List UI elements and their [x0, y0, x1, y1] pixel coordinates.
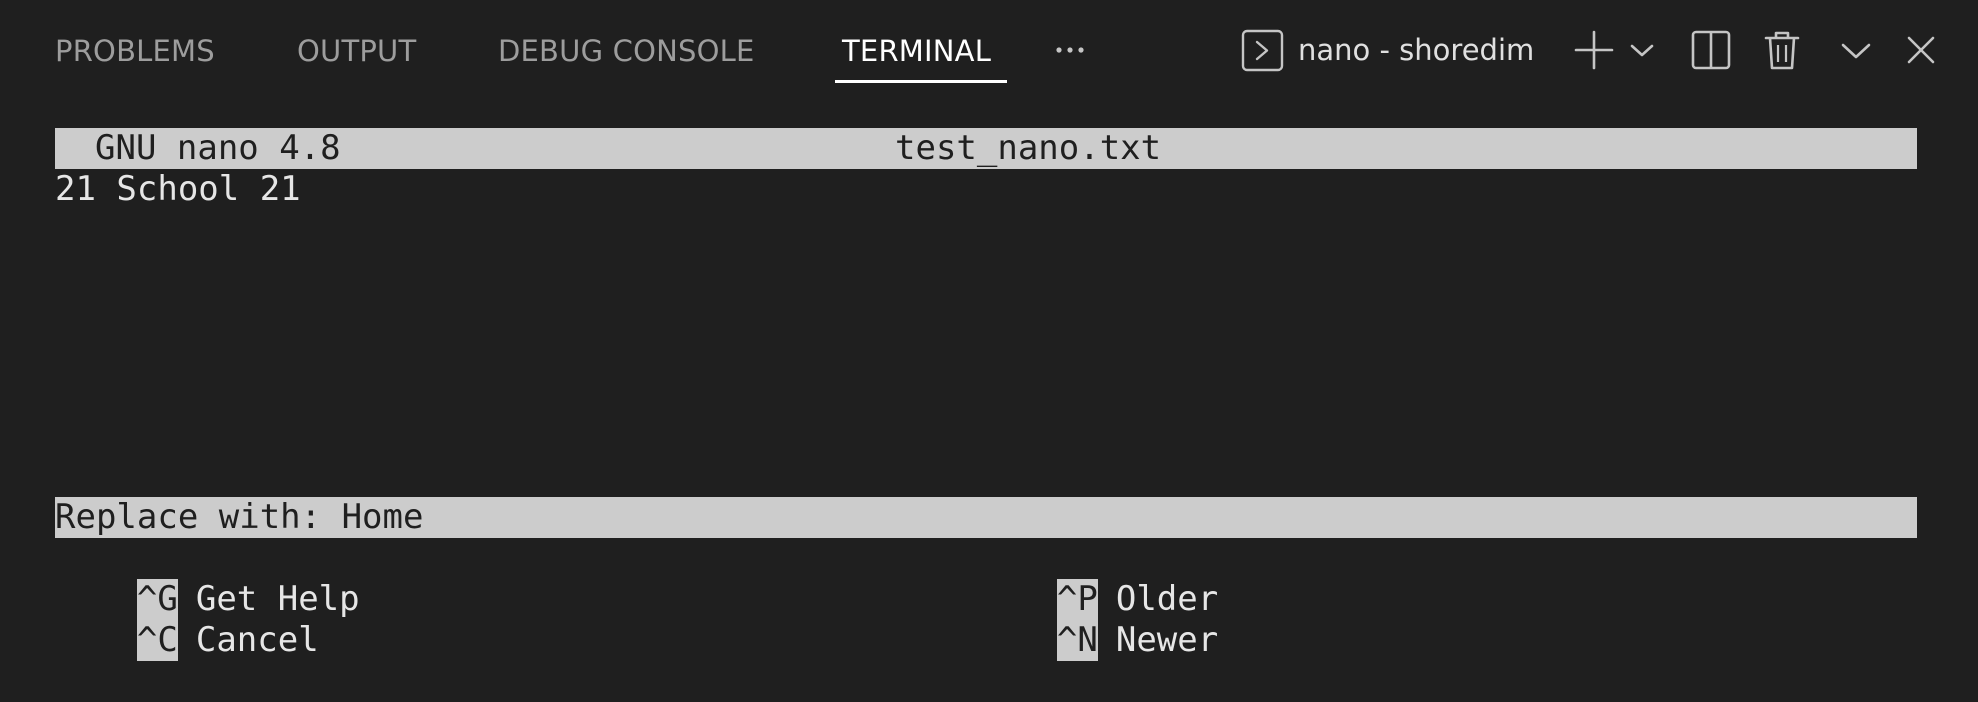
nano-title-bar: GNU nano 4.8 test_nano.txt: [55, 128, 1917, 169]
tab-terminal[interactable]: TERMINAL: [842, 31, 991, 71]
tab-problems[interactable]: PROBLEMS: [55, 31, 215, 71]
shortcut-newer: ^N Newer: [975, 579, 1218, 661]
terminal-view[interactable]: GNU nano 4.8 test_nano.txt 21 School 21 …: [0, 100, 1978, 661]
terminal-name: nano - shoredim: [1298, 33, 1535, 67]
trash-icon[interactable]: [1758, 26, 1806, 74]
nano-replace-prompt[interactable]: Replace with: Home: [55, 497, 1917, 538]
chevron-down-icon[interactable]: [1618, 26, 1666, 74]
active-tab-indicator: [835, 80, 1007, 83]
split-terminal-icon[interactable]: [1687, 26, 1735, 74]
new-terminal-icon[interactable]: [1570, 26, 1618, 74]
tab-debug-console[interactable]: DEBUG CONSOLE: [498, 31, 755, 71]
ellipsis-icon[interactable]: [1049, 30, 1091, 70]
close-icon[interactable]: [1897, 26, 1945, 74]
shortcut-cancel: ^C Cancel: [55, 579, 319, 661]
shortcut-label: Cancel: [195, 620, 319, 660]
terminal-selector[interactable]: nano - shoredim: [1241, 28, 1534, 72]
terminal-icon: [1241, 29, 1284, 72]
shortcut-key: ^C: [136, 620, 178, 661]
panel-header: PROBLEMS OUTPUT DEBUG CONSOLE TERMINAL n…: [0, 0, 1978, 100]
maximize-panel-icon[interactable]: [1832, 26, 1880, 74]
nano-filename: test_nano.txt: [895, 128, 1162, 168]
shortcut-older: ^P Older: [975, 538, 1218, 620]
tab-output[interactable]: OUTPUT: [297, 31, 416, 71]
shortcut-label: Newer: [1115, 620, 1219, 660]
shortcut-get-help: ^G Get Help: [55, 538, 360, 620]
shortcut-key: ^N: [1056, 620, 1098, 661]
nano-version: GNU nano 4.8: [95, 128, 341, 168]
nano-editor-text[interactable]: 21 School 21: [55, 169, 301, 210]
